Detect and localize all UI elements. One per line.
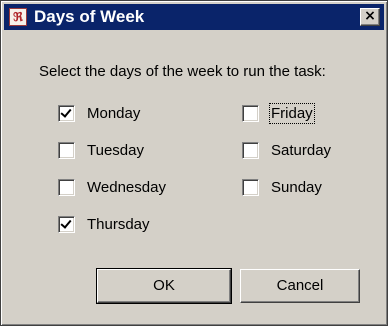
checkbox-box-wednesday[interactable]	[58, 178, 75, 196]
checkbox-label-thursday: Thursday	[87, 215, 150, 233]
checkbox-label-friday: Friday	[269, 102, 315, 124]
checkbox-label-tuesday: Tuesday	[87, 141, 144, 159]
cancel-button[interactable]: Cancel	[240, 269, 360, 303]
close-button[interactable]: ×	[360, 8, 380, 26]
checkbox-sunday[interactable]: Sunday	[242, 177, 322, 197]
window-title: Days of Week	[34, 7, 145, 26]
days-of-week-dialog: ℜ Days of Week × Select the days of the …	[0, 0, 388, 326]
checkbox-monday[interactable]: Monday	[58, 103, 140, 123]
checkbox-saturday[interactable]: Saturday	[242, 140, 331, 160]
title-bar[interactable]: ℜ Days of Week ×	[4, 4, 384, 30]
checkbox-box-tuesday[interactable]	[58, 141, 75, 159]
checkbox-box-monday[interactable]	[58, 104, 75, 122]
checkbox-wednesday[interactable]: Wednesday	[58, 177, 166, 197]
ok-button[interactable]: OK	[96, 268, 232, 304]
checkbox-box-thursday[interactable]	[58, 215, 75, 233]
checkbox-label-saturday: Saturday	[271, 141, 332, 159]
app-icon: ℜ	[9, 8, 27, 26]
checkbox-tuesday[interactable]: Tuesday	[58, 140, 144, 160]
checkbox-label-wednesday: Wednesday	[87, 178, 166, 196]
checkbox-box-friday[interactable]	[242, 104, 259, 122]
checkbox-label-sunday: Sunday	[271, 178, 322, 196]
checkbox-friday[interactable]: Friday	[242, 102, 315, 124]
checkbox-box-sunday[interactable]	[242, 178, 259, 196]
checkbox-box-saturday[interactable]	[242, 141, 259, 159]
checkbox-label-monday: Monday	[87, 104, 141, 122]
checkbox-thursday[interactable]: Thursday	[58, 214, 150, 234]
instruction-text: Select the days of the week to run the t…	[39, 63, 326, 80]
